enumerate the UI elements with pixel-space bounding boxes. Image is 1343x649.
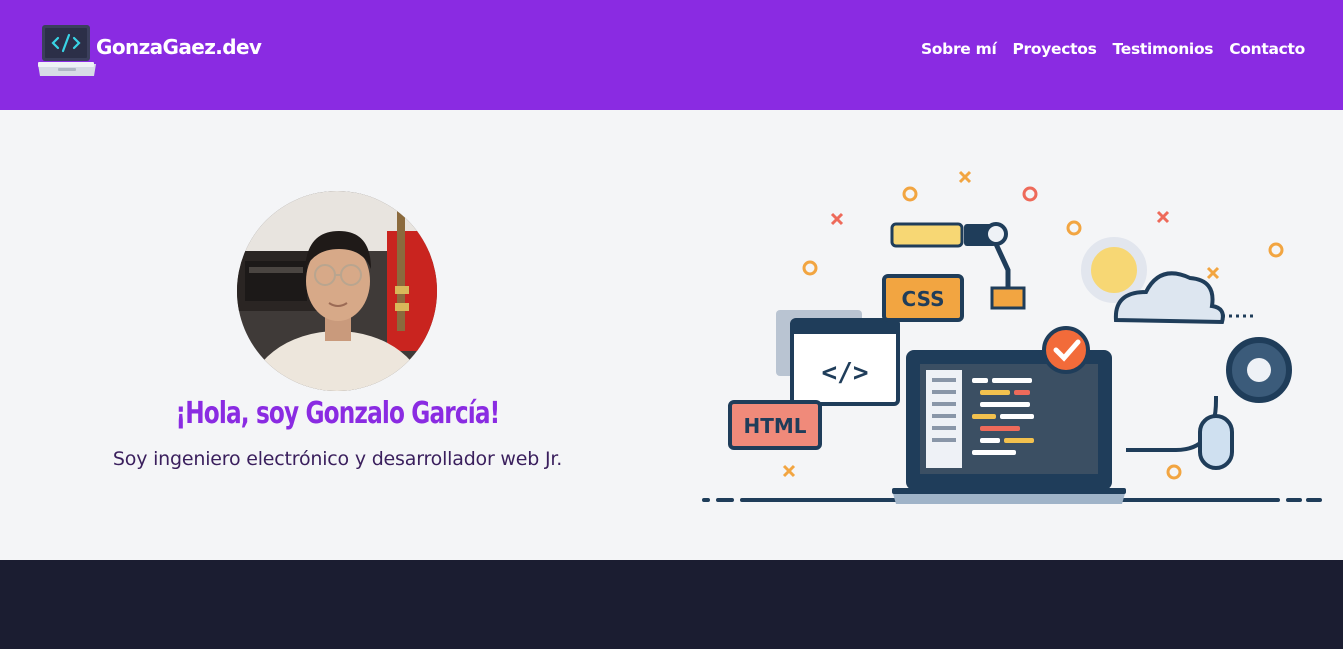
web-development-illustration: </> CSS HTML [702, 170, 1322, 504]
hero-subtitle: Soy ingeniero electrónico y desarrollado… [112, 448, 563, 470]
code-glyph: </> [822, 358, 869, 388]
nav-link-proyectos[interactable]: Proyectos [1012, 40, 1096, 58]
profile-photo [237, 191, 437, 391]
html-badge-label: HTML [743, 414, 806, 438]
site-header: GonzaGaez.dev Sobre mí Proyectos Testimo… [0, 0, 1343, 110]
hero-title: ¡Hola, soy Gonzalo García! [175, 396, 501, 431]
nav-link-sobre-mi[interactable]: Sobre mí [921, 40, 997, 58]
nav-link-contacto[interactable]: Contacto [1229, 40, 1305, 58]
main-nav: Sobre mí Proyectos Testimonios Contacto [921, 40, 1305, 58]
brand-link[interactable]: GonzaGaez.dev [36, 22, 262, 78]
hero-section: ¡Hola, soy Gonzalo García! Soy ingeniero… [0, 110, 1343, 560]
nav-link-testimonios[interactable]: Testimonios [1113, 40, 1214, 58]
brand-name: GonzaGaez.dev [96, 35, 262, 59]
profile-avatar [237, 191, 437, 391]
footer-band [0, 560, 1343, 649]
css-badge-label: CSS [902, 287, 945, 311]
laptop-code-icon [38, 25, 96, 76]
